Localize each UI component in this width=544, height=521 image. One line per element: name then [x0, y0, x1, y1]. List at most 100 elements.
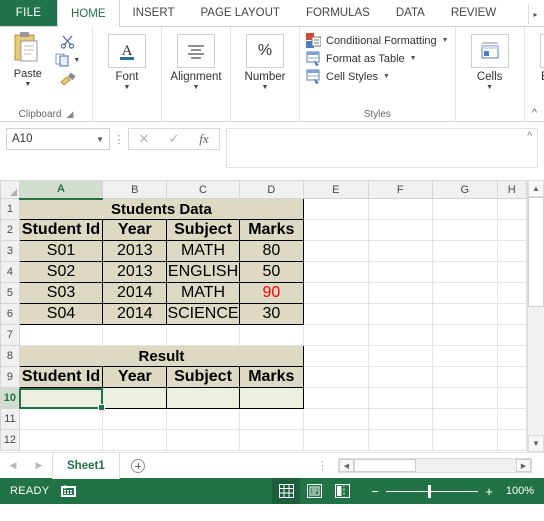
cell-e11[interactable] — [303, 408, 369, 430]
cell-e9[interactable] — [303, 366, 369, 388]
formula-input[interactable]: ^ — [226, 128, 538, 168]
cell-e4[interactable] — [303, 261, 369, 283]
cell-g9[interactable] — [432, 366, 498, 388]
cell-c12[interactable] — [166, 429, 240, 451]
conditional-formatting-button[interactable]: Conditional Formatting ▼ — [306, 33, 449, 48]
cell-g8[interactable] — [432, 345, 498, 367]
select-all-corner[interactable] — [0, 180, 20, 199]
row-header-3[interactable]: 3 — [0, 240, 20, 262]
cell-g1[interactable] — [432, 198, 498, 220]
copy-button[interactable]: ▼ — [55, 52, 80, 68]
cell-a12[interactable] — [18, 429, 104, 451]
cell-a7[interactable] — [18, 324, 104, 346]
page-layout-view-button[interactable] — [300, 478, 328, 504]
tab-review[interactable]: REVIEW — [438, 0, 509, 26]
cell-h8[interactable] — [496, 345, 527, 367]
zoom-slider-thumb[interactable] — [428, 484, 431, 498]
format-as-table-chevron-down-icon[interactable]: ▼ — [410, 55, 417, 62]
tab-scroll-right-icon[interactable]: ▸ — [528, 4, 542, 24]
cell-e5[interactable] — [303, 282, 369, 304]
paste-chevron-down-icon[interactable]: ▼ — [24, 81, 31, 88]
cell-e1[interactable] — [303, 198, 369, 220]
cell-h4[interactable] — [496, 261, 527, 283]
collapse-ribbon-icon[interactable]: ^ — [532, 107, 537, 119]
zoom-out-button[interactable]: − — [370, 484, 380, 499]
cell-g5[interactable] — [432, 282, 498, 304]
cell-f2[interactable] — [367, 219, 434, 241]
cell-f12[interactable] — [367, 429, 434, 451]
row-header-10[interactable]: 10 — [0, 387, 20, 409]
cell-g11[interactable] — [432, 408, 498, 430]
normal-view-button[interactable] — [272, 478, 300, 504]
cell-c2-header-subject[interactable]: Subject — [166, 219, 240, 241]
zoom-slider-track[interactable] — [386, 484, 478, 498]
row-header-1[interactable]: 1 — [0, 198, 20, 220]
vertical-scrollbar[interactable]: ▲ ▼ — [527, 180, 544, 452]
horizontal-scrollbar[interactable]: ◀ ▶ — [338, 458, 532, 473]
paste-button[interactable]: Paste ▼ — [6, 31, 50, 88]
cell-b6[interactable]: 2014 — [102, 303, 168, 325]
cell-g2[interactable] — [432, 219, 498, 241]
cell-f6[interactable] — [367, 303, 434, 325]
cell-c7[interactable] — [166, 324, 240, 346]
font-chevron-down-icon[interactable]: ▼ — [124, 84, 131, 91]
cell-d11[interactable] — [238, 408, 305, 430]
scroll-up-icon[interactable]: ▲ — [528, 180, 544, 197]
cell-f7[interactable] — [367, 324, 434, 346]
cut-button[interactable] — [60, 33, 76, 49]
cell-d6[interactable]: 30 — [238, 303, 305, 325]
number-button[interactable]: % Number ▼ — [237, 31, 293, 91]
column-header-g[interactable]: G — [432, 180, 498, 199]
vertical-scroll-thumb[interactable] — [528, 197, 544, 307]
cell-g4[interactable] — [432, 261, 498, 283]
row-header-9[interactable]: 9 — [0, 366, 20, 388]
cell-g7[interactable] — [432, 324, 498, 346]
cell-f4[interactable] — [367, 261, 434, 283]
cell-d2-header-marks[interactable]: Marks — [238, 219, 305, 241]
cell-a6[interactable]: S04 — [18, 303, 104, 325]
cell-b5[interactable]: 2014 — [102, 282, 168, 304]
cell-h3[interactable] — [496, 240, 527, 262]
tab-file[interactable]: FILE — [0, 0, 57, 26]
cell-a5[interactable]: S03 — [18, 282, 104, 304]
cell-f10[interactable] — [367, 387, 434, 409]
row-header-2[interactable]: 2 — [0, 219, 20, 241]
cell-b2-header-year[interactable]: Year — [102, 219, 168, 241]
cell-a10-selected[interactable] — [18, 387, 107, 412]
scroll-down-icon[interactable]: ▼ — [528, 435, 544, 452]
editing-button[interactable]: Editing ▼ — [531, 31, 544, 91]
tab-data[interactable]: DATA — [383, 0, 438, 26]
cell-f11[interactable] — [367, 408, 434, 430]
column-header-f[interactable]: F — [367, 180, 434, 199]
row-header-8[interactable]: 8 — [0, 345, 20, 367]
tab-insert[interactable]: INSERT — [120, 0, 188, 26]
cell-d9-result-header-marks[interactable]: Marks — [238, 366, 305, 388]
sheet-bar-grip-icon[interactable]: ⋮ — [317, 459, 328, 472]
cell-f9[interactable] — [367, 366, 434, 388]
tab-page-layout[interactable]: PAGE LAYOUT — [187, 0, 292, 26]
row-header-5[interactable]: 5 — [0, 282, 20, 304]
row-header-6[interactable]: 6 — [0, 303, 20, 325]
cell-h2[interactable] — [496, 219, 527, 241]
cell-g6[interactable] — [432, 303, 498, 325]
cell-h6[interactable] — [496, 303, 527, 325]
scroll-left-icon[interactable]: ◀ — [339, 459, 354, 472]
cell-h12[interactable] — [496, 429, 527, 451]
cell-a11[interactable] — [18, 408, 104, 430]
cell-e6[interactable] — [303, 303, 369, 325]
cell-c5[interactable]: MATH — [166, 282, 240, 304]
cell-g12[interactable] — [432, 429, 498, 451]
cell-c10[interactable] — [166, 387, 240, 409]
cell-a2-header-student-id[interactable]: Student Id — [18, 219, 104, 241]
sheet-prev-icon[interactable]: ◀ — [10, 460, 17, 471]
cell-h7[interactable] — [496, 324, 527, 346]
cell-b9-result-header-year[interactable]: Year — [102, 366, 168, 388]
cell-h5[interactable] — [496, 282, 527, 304]
format-painter-button[interactable] — [59, 71, 77, 87]
cell-d4[interactable]: 50 — [238, 261, 305, 283]
zoom-percent-label[interactable]: 100% — [500, 485, 534, 497]
clipboard-dialog-launcher-icon[interactable]: ◢ — [66, 109, 73, 120]
conditional-formatting-chevron-down-icon[interactable]: ▼ — [442, 37, 449, 44]
worksheet-grid[interactable]: A B C D E F G H 1 Students Data 2 Studen… — [0, 180, 527, 452]
cell-c3[interactable]: MATH — [166, 240, 240, 262]
